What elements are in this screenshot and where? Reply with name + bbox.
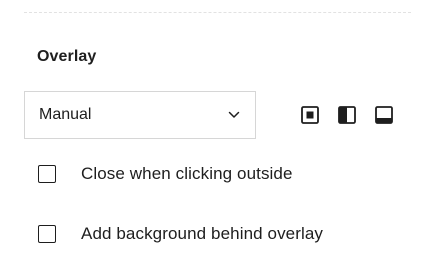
- overlay-left-half-icon: [338, 106, 356, 124]
- overlay-position-options: [299, 104, 395, 126]
- close-outside-option[interactable]: Close when clicking outside: [38, 164, 293, 184]
- section-divider: [24, 12, 411, 13]
- overlay-section-title: Overlay: [37, 48, 97, 65]
- overlay-bottom-button[interactable]: [373, 104, 395, 126]
- overlay-center-icon: [301, 106, 319, 124]
- chevron-down-icon: [227, 108, 241, 122]
- overlay-bottom-icon: [375, 106, 393, 124]
- overlay-mode-select[interactable]: Manual: [24, 91, 256, 139]
- close-outside-label: Close when clicking outside: [81, 164, 293, 183]
- overlay-mode-value: Manual: [39, 106, 92, 123]
- add-background-option[interactable]: Add background behind overlay: [38, 224, 323, 244]
- close-outside-checkbox[interactable]: [38, 165, 56, 183]
- overlay-left-half-button[interactable]: [336, 104, 358, 126]
- add-background-label: Add background behind overlay: [81, 224, 324, 243]
- overlay-center-button[interactable]: [299, 104, 321, 126]
- add-background-checkbox[interactable]: [38, 225, 56, 243]
